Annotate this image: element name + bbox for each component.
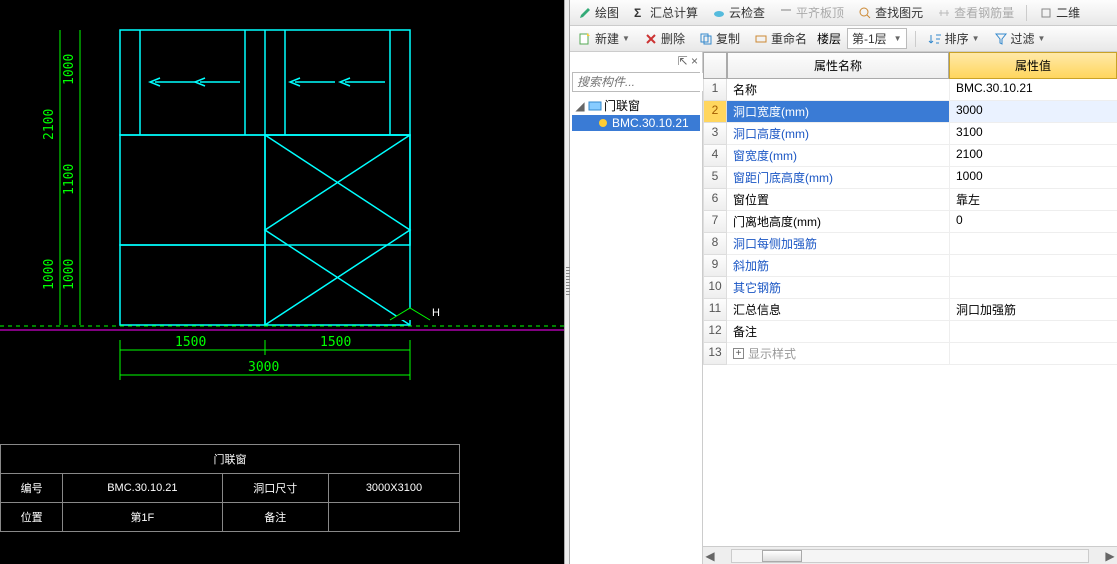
property-row[interactable]: 11汇总信息洞口加强筋 [703,299,1117,321]
property-value[interactable] [949,277,1117,299]
info-v1: BMC.30.10.21 [63,474,222,503]
view-3d-button[interactable]: 二维 [1035,2,1084,23]
property-value[interactable]: 3000 [949,101,1117,123]
filter-button[interactable]: 过滤▼ [990,28,1050,49]
funnel-icon [994,32,1008,46]
property-value[interactable] [949,321,1117,343]
cad-info-table: 门联窗 编号 BMC.30.10.21 洞口尺寸 3000X3100 位置 第1… [0,444,460,532]
property-value[interactable]: BMC.30.10.21 [949,79,1117,101]
component-tree[interactable]: ◢ 门联窗 BMC.30.10.21 [570,94,702,564]
property-row[interactable]: 12备注 [703,321,1117,343]
align-top-button[interactable]: 平齐板顶 [775,2,848,23]
property-row[interactable]: 5窗距门底高度(mm)1000 [703,167,1117,189]
align-icon [779,6,793,20]
new-icon [578,32,592,46]
property-value[interactable]: 0 [949,211,1117,233]
dim-1100: 1100 [62,164,77,195]
copy-button[interactable]: 复制 [695,28,744,49]
cloud-icon [712,6,726,20]
search-box [572,72,700,92]
info-v2: 3000X3100 [328,474,459,503]
sort-button[interactable]: 排序▼ [924,28,984,49]
right-panel: 绘图 Σ汇总计算 云检查 平齐板顶 查找图元 查看钢筋量 二维 新建▼ 删除 复… [570,0,1117,564]
new-button[interactable]: 新建▼ [574,28,634,49]
property-value[interactable]: 2100 [949,145,1117,167]
dim-1000-bot: 1000 [62,259,77,290]
copy-icon [699,32,713,46]
info-h3: 位置 [1,503,63,532]
view-rebar-button[interactable]: 查看钢筋量 [933,2,1018,23]
sigma-icon: Σ [633,6,647,20]
property-row[interactable]: 6窗位置靠左 [703,189,1117,211]
dim-1500-r: 1500 [320,335,351,350]
tree-root[interactable]: ◢ 门联窗 [572,96,700,115]
header-prop-name: 属性名称 [727,52,949,79]
marker-h: H [432,307,440,319]
dim-1500-l: 1500 [175,335,206,350]
toolbar-mid: 新建▼ 删除 复制 重命名 楼层 第-1层▼ 排序▼ 过滤▼ [570,26,1117,52]
property-value[interactable] [949,233,1117,255]
close-icon[interactable]: × [691,54,698,68]
property-value[interactable]: 3100 [949,123,1117,145]
info-h4: 备注 [222,503,328,532]
sum-button[interactable]: Σ汇总计算 [629,2,702,23]
vertical-splitter[interactable] [564,0,570,564]
info-v4 [328,503,459,532]
sort-icon [928,32,942,46]
folder-icon [588,99,602,113]
rebar-icon [937,6,951,20]
info-h2: 洞口尺寸 [222,474,328,503]
property-row[interactable]: 7门离地高度(mm)0 [703,211,1117,233]
toolbar-top: 绘图 Σ汇总计算 云检查 平齐板顶 查找图元 查看钢筋量 二维 [570,0,1117,26]
cad-viewport-panel: H 1000 1100 1000 2100 1000 1500 1500 300… [0,0,564,564]
svg-text:Σ: Σ [634,6,641,20]
cad-drawing-area[interactable]: H 1000 1100 1000 2100 1000 1500 1500 300… [0,0,564,444]
draw-button[interactable]: 绘图 [574,2,623,23]
component-icon [596,116,610,130]
rename-button[interactable]: 重命名 [750,28,811,49]
property-row[interactable]: 13+显示样式 [703,343,1117,365]
property-panel: 属性名称 属性值 1名称BMC.30.10.212洞口宽度(mm)30003洞口… [703,52,1117,564]
property-value[interactable]: 1000 [949,167,1117,189]
info-h1: 编号 [1,474,63,503]
property-header: 属性名称 属性值 [703,52,1117,79]
search-icon [858,6,872,20]
tree-item-selected[interactable]: BMC.30.10.21 [572,115,700,131]
horizontal-scrollbar[interactable]: ◀▶ [703,546,1117,564]
property-row[interactable]: 1名称BMC.30.10.21 [703,79,1117,101]
property-value[interactable]: 洞口加强筋 [949,299,1117,321]
property-value[interactable] [949,343,1117,365]
dim-3000: 3000 [248,360,279,375]
component-tree-panel: ⇱ × ◢ 门联窗 BMC.30.10.21 [570,52,703,564]
cloud-check-button[interactable]: 云检查 [708,2,769,23]
property-row[interactable]: 9斜加筋 [703,255,1117,277]
expand-icon[interactable]: + [733,348,744,359]
cube-icon [1039,6,1053,20]
dim-2100: 2100 [42,109,57,140]
delete-icon [644,32,658,46]
dim-1000-outer: 1000 [42,259,57,290]
dim-1000-top: 1000 [62,54,77,85]
delete-button[interactable]: 删除 [640,28,689,49]
property-row[interactable]: 2洞口宽度(mm)3000 [703,101,1117,123]
property-row[interactable]: 4窗宽度(mm)2100 [703,145,1117,167]
cad-title: 门联窗 [1,445,460,474]
property-row[interactable]: 3洞口高度(mm)3100 [703,123,1117,145]
rename-icon [754,32,768,46]
property-row[interactable]: 8洞口每侧加强筋 [703,233,1117,255]
info-v3: 第1F [63,503,222,532]
pin-icon[interactable]: ⇱ [678,54,688,68]
header-prop-value: 属性值 [949,52,1117,79]
floor-label: 楼层 [817,30,841,47]
property-value[interactable]: 靠左 [949,189,1117,211]
find-element-button[interactable]: 查找图元 [854,2,927,23]
property-row[interactable]: 10其它钢筋 [703,277,1117,299]
floor-selector[interactable]: 第-1层▼ [847,28,907,49]
property-value[interactable] [949,255,1117,277]
pencil-icon [578,6,592,20]
property-grid[interactable]: 1名称BMC.30.10.212洞口宽度(mm)30003洞口高度(mm)310… [703,79,1117,546]
